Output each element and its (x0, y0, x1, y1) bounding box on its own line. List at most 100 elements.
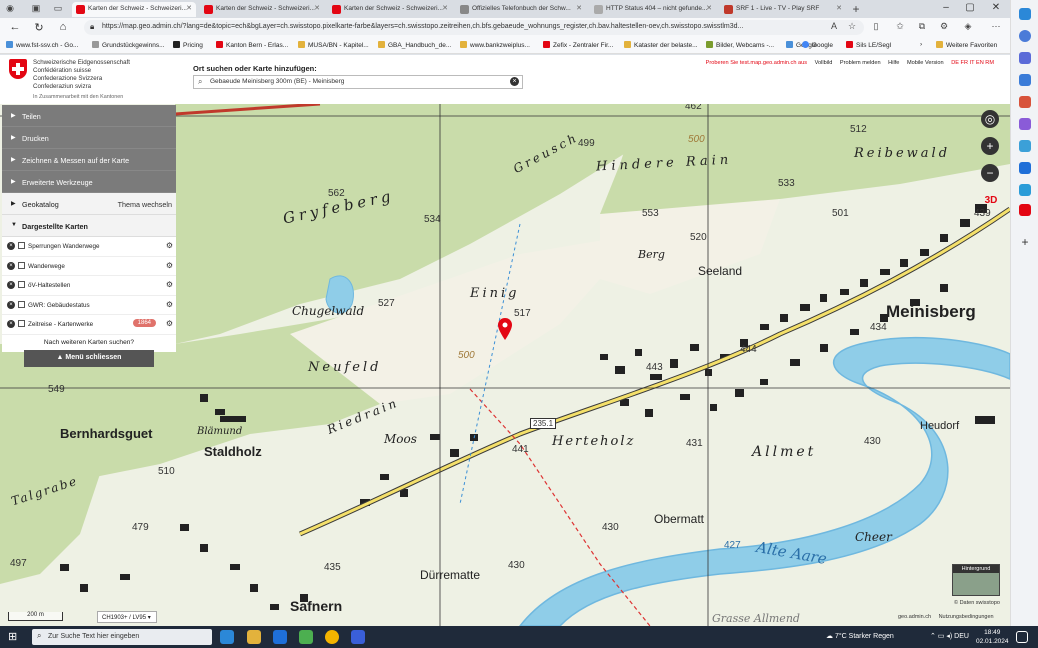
shopping-icon[interactable] (1019, 96, 1031, 108)
swiss-flag-icon[interactable] (1019, 204, 1031, 216)
clear-search-icon[interactable]: × (510, 77, 519, 86)
chevron-right-icon[interactable]: › (920, 41, 922, 48)
tools-icon[interactable] (1019, 74, 1031, 86)
layer-visibility-checkbox[interactable] (18, 300, 25, 308)
3d-toggle-button[interactable]: 3D (982, 195, 1000, 209)
more-menu-icon[interactable]: ⋯ (990, 21, 1002, 33)
remove-layer-icon[interactable]: × (7, 300, 15, 309)
geolocate-button[interactable]: ◎ (981, 110, 999, 128)
favorites-icon[interactable]: ✩ (894, 21, 906, 33)
attribution[interactable]: © Daten swisstopo (954, 600, 1000, 606)
menu-item-draw-measure[interactable]: ▶ Zeichnen & Messen auf der Karte (2, 149, 176, 171)
layer-visibility-checkbox[interactable] (18, 242, 25, 249)
close-window-icon[interactable]: ✕ (984, 2, 1008, 13)
clock[interactable]: 18:49 02.01.2024 (976, 628, 1009, 646)
favorite-star-icon[interactable]: ☆ (846, 21, 858, 33)
search-icon[interactable] (1019, 30, 1031, 42)
zoom-in-button[interactable]: + (981, 137, 999, 155)
split-screen-icon[interactable]: ▯ (870, 21, 882, 33)
close-tab-icon[interactable]: ✕ (314, 4, 320, 12)
footer-link[interactable]: Nutzungsbedingungen (939, 614, 994, 620)
favorite-link[interactable]: www.fst-ssv.ch - Go... (6, 41, 78, 49)
gear-icon[interactable]: ⚙ (166, 319, 173, 328)
tab-5[interactable]: HTTP Status 404 – nicht gefunde... ✕ (590, 2, 716, 17)
background-selector[interactable]: Hintergrund (952, 564, 1000, 596)
workspaces-icon[interactable]: ▣ (30, 3, 42, 15)
explorer-app-icon[interactable] (247, 630, 261, 644)
home-icon[interactable]: ⌂ (54, 21, 72, 33)
gear-icon[interactable]: ⚙ (166, 241, 173, 250)
favorite-link[interactable]: Zefix - Zentraler Fir... (543, 41, 613, 49)
system-tray[interactable]: ⌃ ▭ ◂) DEU (930, 632, 969, 640)
try-test-link[interactable]: Proberen Sie test.map.geo.admin.ch aus (706, 60, 807, 66)
menu-item-print[interactable]: ▶ Drucken (2, 127, 176, 149)
close-menu-button[interactable]: ▲ Menü schliessen (24, 350, 154, 367)
close-tab-icon[interactable]: ✕ (576, 4, 582, 12)
layer-visibility-checkbox[interactable] (18, 320, 25, 327)
tab-1[interactable]: Karten der Schweiz - Schweizeri... ✕ (72, 2, 196, 17)
tab-actions-icon[interactable]: ▭ (52, 3, 64, 15)
footer-link[interactable]: geo.admin.ch (898, 614, 931, 620)
remove-layer-icon[interactable]: × (7, 261, 15, 270)
outlook-icon[interactable] (1019, 162, 1031, 174)
favorite-link[interactable]: Google (802, 41, 833, 49)
profile-icon[interactable]: ◉ (4, 3, 16, 15)
url-field[interactable]: 🔒︎ https://map.geo.admin.ch/?lang=de&top… (84, 20, 864, 35)
tab-3[interactable]: Karten der Schweiz - Schweizeri... ✕ (328, 2, 452, 17)
favorite-link[interactable]: Sils LE/Segl (846, 41, 891, 49)
close-tab-icon[interactable]: ✕ (186, 4, 192, 12)
favorite-link[interactable]: MUSA/BN - Kapitel... (298, 41, 369, 49)
app-icon[interactable] (351, 630, 365, 644)
reload-icon[interactable]: ↻ (30, 21, 48, 34)
collections-icon[interactable]: ⧉ (916, 21, 928, 33)
zoom-out-button[interactable]: − (981, 164, 999, 182)
remove-layer-icon[interactable]: × (7, 320, 15, 328)
layer-visibility-checkbox[interactable] (18, 281, 25, 288)
crs-select[interactable]: CH1903+ / LV95 ▾ (97, 611, 157, 623)
app-icon[interactable] (299, 630, 313, 644)
office-icon[interactable] (1019, 140, 1031, 152)
copilot-icon[interactable] (1019, 8, 1031, 20)
read-aloud-icon[interactable]: A (828, 21, 840, 33)
language-switch[interactable]: DE FR IT EN RM (951, 60, 994, 66)
games-icon[interactable] (1019, 118, 1031, 130)
favorite-link[interactable]: Pricing (173, 41, 203, 49)
year-badge[interactable]: 1864 (132, 319, 156, 327)
favorite-link[interactable]: www.bankzweiplus... (460, 41, 530, 49)
gear-icon[interactable]: ⚙ (166, 261, 173, 270)
menu-item-share[interactable]: ▶ Teilen (2, 105, 176, 127)
layer-visibility-checkbox[interactable] (18, 261, 25, 269)
chrome-app-icon[interactable] (325, 630, 339, 644)
favorite-link[interactable]: Kataster der belaste... (624, 41, 698, 49)
fullscreen-link[interactable]: Vollbild (815, 60, 833, 66)
tab-6[interactable]: SRF 1 - Live - TV - Play SRF ✕ (720, 2, 846, 17)
minimize-icon[interactable]: – (934, 2, 958, 13)
favorite-link[interactable]: GBA_Handbuch_de... (378, 41, 451, 49)
close-tab-icon[interactable]: ✕ (836, 4, 842, 12)
close-tab-icon[interactable]: ✕ (442, 4, 448, 12)
remove-layer-icon[interactable]: × (7, 242, 15, 250)
add-icon[interactable]: + (1019, 236, 1031, 248)
menu-item-advanced-tools[interactable]: ▶ Erweiterte Werkzeuge (2, 171, 176, 193)
menu-item-geocatalog[interactable]: ▶ Geokatalog Thema wechseln (2, 193, 176, 215)
remove-layer-icon[interactable]: × (7, 281, 15, 289)
taskbar-search-input[interactable]: ⌕ Zur Suche Text hier eingeben (32, 629, 212, 645)
more-maps-link[interactable]: Nach weiteren Karten suchen? (2, 334, 176, 352)
send-icon[interactable] (1019, 184, 1031, 196)
weather-widget[interactable]: ☁ 7°C Starker Regen (826, 632, 894, 640)
copilot-icon[interactable]: ◈ (962, 21, 974, 33)
edge-app-icon[interactable] (220, 630, 234, 644)
outlook-app-icon[interactable] (273, 630, 287, 644)
tag-icon[interactable] (1019, 52, 1031, 64)
favorite-link[interactable]: Bilder, Webcams -... (706, 41, 774, 49)
windows-start-icon[interactable]: ⊞ (8, 631, 20, 643)
extensions-icon[interactable]: ⚙ (938, 21, 950, 33)
notification-icon[interactable] (1016, 631, 1028, 643)
maximize-icon[interactable]: ▢ (958, 2, 982, 13)
favorite-link[interactable]: Grundstückgewinns... (92, 41, 165, 49)
menu-item-shown-maps[interactable]: ▼ Dargestellte Karten (2, 215, 176, 237)
close-tab-icon[interactable]: ✕ (706, 4, 712, 12)
tab-4[interactable]: Offizielles Telefonbuch der Schw... ✕ (456, 2, 586, 17)
new-tab-icon[interactable]: + (850, 2, 862, 16)
location-search-input[interactable]: ⌕ Gebaeude Meinisberg 300m (BE) - Meinis… (193, 75, 523, 89)
